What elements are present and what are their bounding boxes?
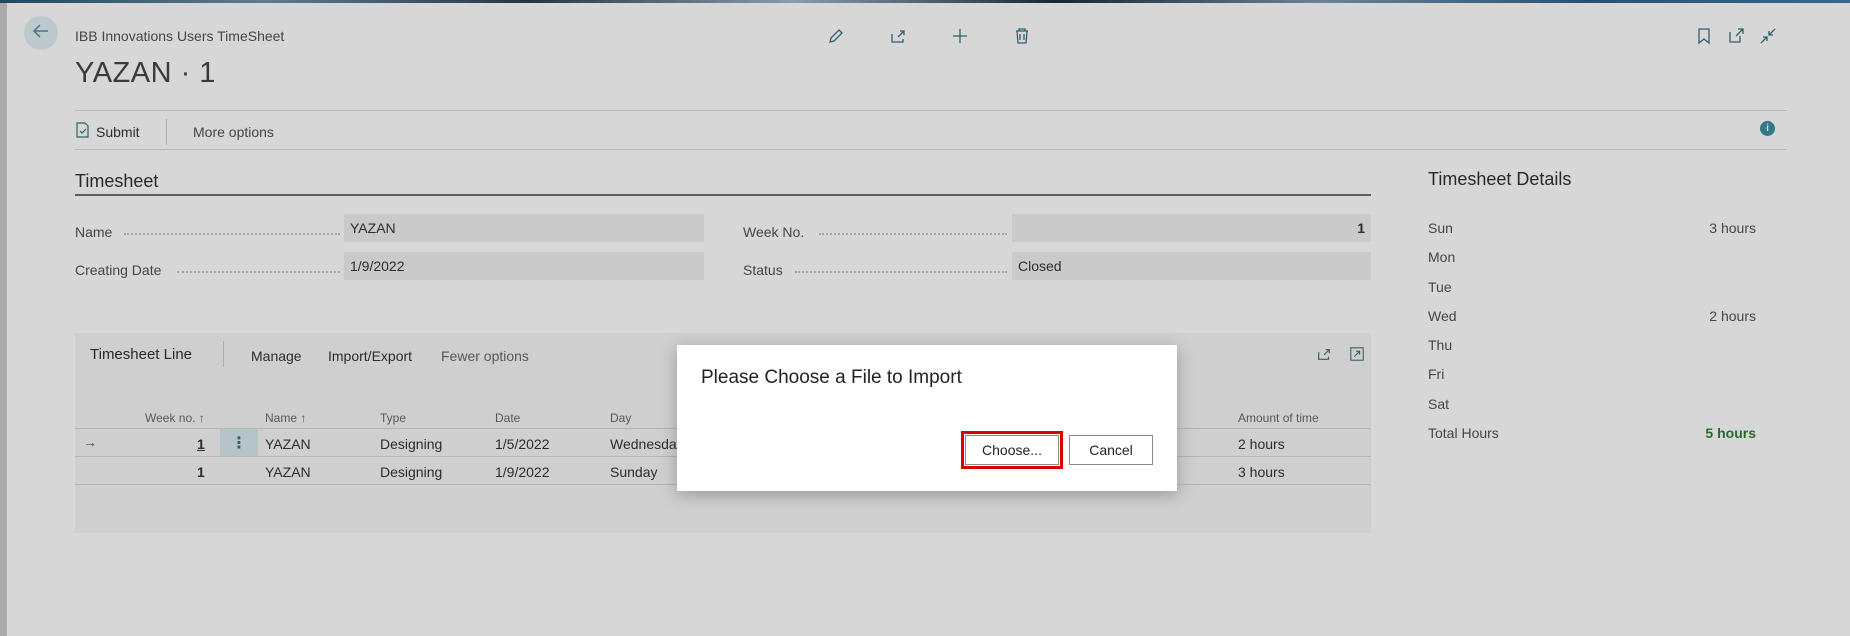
cancel-button[interactable]: Cancel [1069,435,1153,465]
dialog-title: Please Choose a File to Import [701,367,962,388]
import-file-dialog: Please Choose a File to Import Choose...… [677,345,1177,491]
modal-overlay [0,0,1850,636]
choose-button-highlight [961,431,1063,469]
